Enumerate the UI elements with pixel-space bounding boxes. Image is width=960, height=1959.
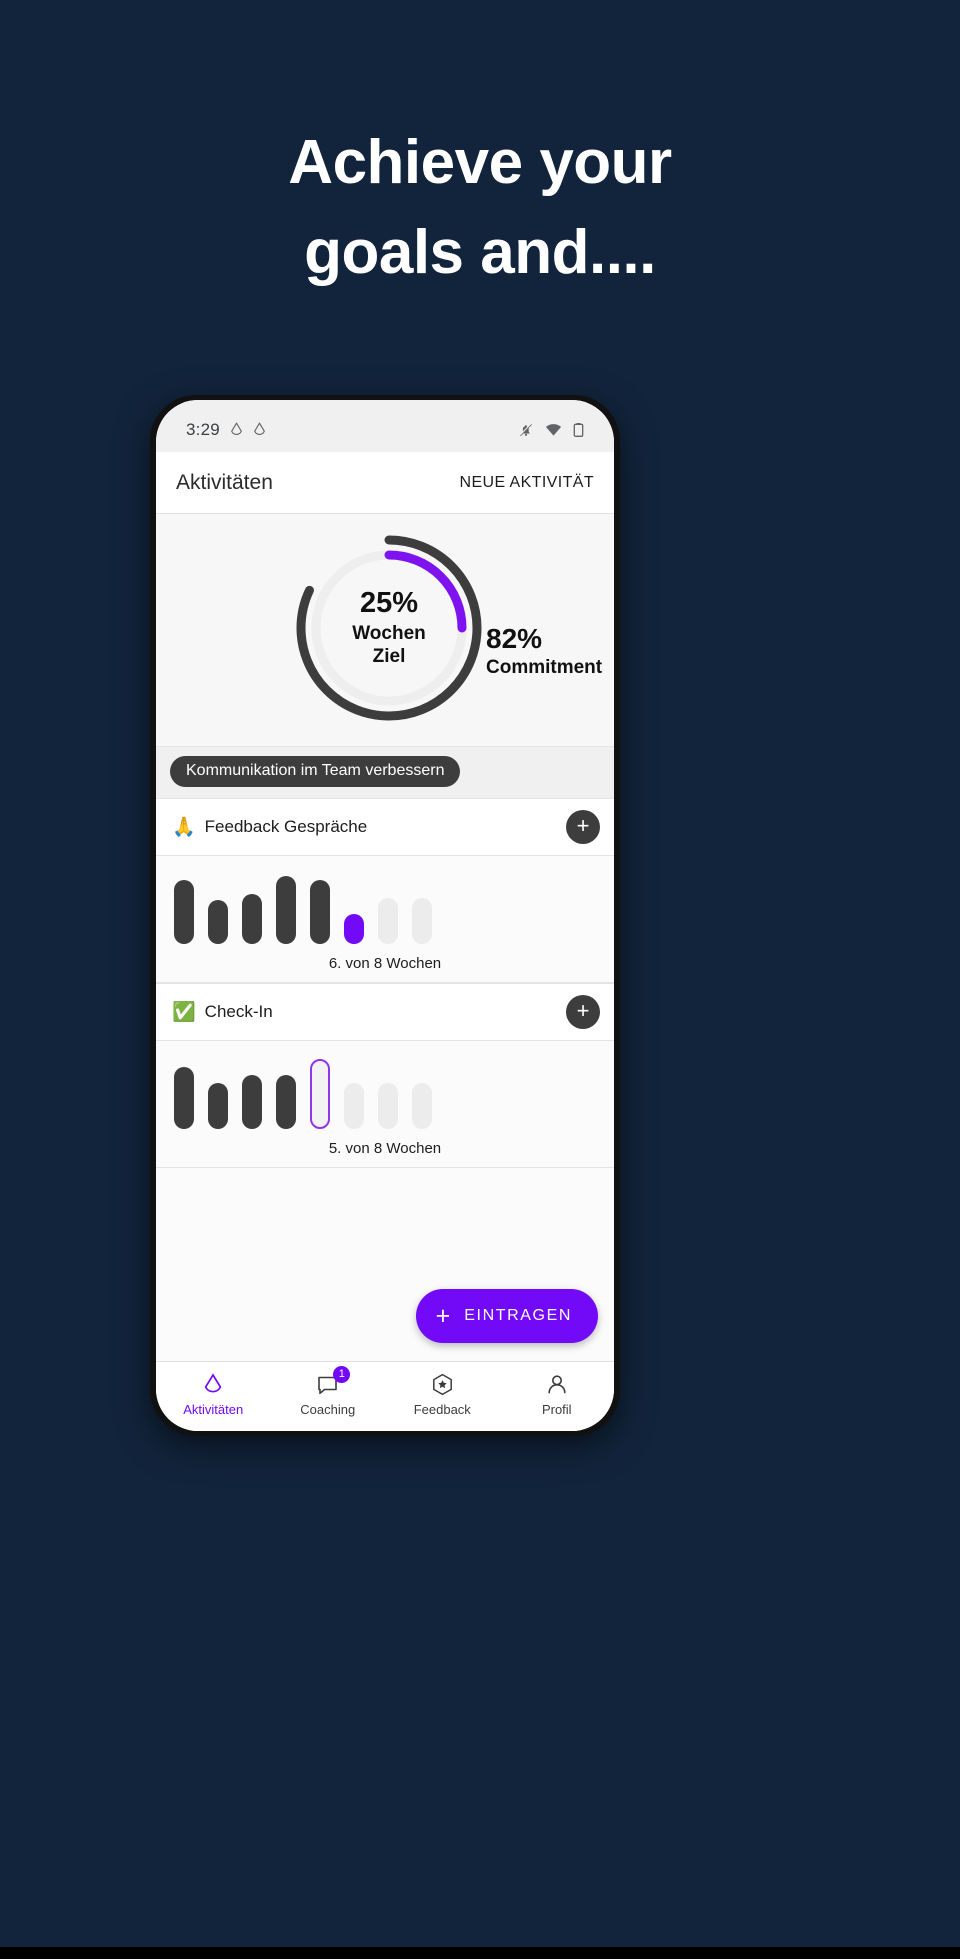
drop-icon [253, 422, 266, 438]
activity-row-feedback-gespraeche[interactable]: 🙏 Feedback Gespräche + [156, 798, 614, 856]
progress-ring-svg [296, 535, 482, 721]
nav-item-profil[interactable]: Profil [500, 1362, 615, 1427]
app-store-screenshot: Achieve your goals and.... 3:29 Aktivitä… [0, 0, 960, 1959]
status-bar-clock: 3:29 [186, 420, 220, 439]
praying-hands-icon: 🙏 [172, 816, 196, 838]
week-bar[interactable] [378, 898, 398, 944]
plus-icon: + [435, 1301, 451, 1330]
page-title: Aktivitäten [176, 470, 273, 494]
activity-chart-feedback-gespraeche: 6. von 8 Wochen [156, 856, 614, 983]
week-bars [156, 1055, 614, 1129]
week-bar-current[interactable] [310, 1059, 330, 1129]
headline-line-1: Achieve your [288, 128, 672, 197]
add-entry-button[interactable]: + [566, 995, 600, 1029]
star-badge-icon [431, 1373, 454, 1397]
summary-panel: 25% Wochen Ziel 82% Commitment [156, 514, 614, 747]
nav-item-aktivitaeten[interactable]: Aktivitäten [156, 1362, 271, 1427]
nav-label: Coaching [300, 1401, 356, 1417]
drop-icon [203, 1373, 223, 1397]
app-bar: Aktivitäten NEUE AKTIVITÄT [156, 452, 614, 514]
phone-mockup: 3:29 Aktivitäten NEUE AKTIVITÄT 25% Woch… [150, 395, 620, 1436]
activity-chart-check-in: 5. von 8 Wochen [156, 1041, 614, 1168]
weeks-caption: 6. von 8 Wochen [328, 955, 442, 972]
goal-chip[interactable]: Kommunikation im Team verbessern [170, 756, 461, 787]
add-entry-button[interactable]: + [566, 810, 600, 844]
progress-rings: 25% Wochen Ziel [289, 528, 489, 728]
page-headline: Achieve your goals and.... [100, 118, 860, 298]
person-icon [546, 1373, 568, 1397]
weeks-caption: 5. von 8 Wochen [328, 1140, 442, 1157]
nav-label: Aktivitäten [183, 1401, 244, 1417]
activity-row-check-in[interactable]: ✅ Check-In + [156, 983, 614, 1041]
week-bar[interactable] [242, 894, 262, 944]
drop-icon [230, 422, 243, 438]
week-bar[interactable] [208, 900, 228, 944]
activity-name: Check-In [204, 1002, 273, 1021]
bell-muted-icon [518, 422, 534, 438]
week-bar[interactable] [242, 1075, 262, 1129]
chat-bubble-icon: 1 [316, 1365, 351, 1397]
new-activity-button[interactable]: NEUE AKTIVITÄT [459, 474, 594, 492]
bottom-edge-strip [0, 1947, 960, 1959]
week-bar-current[interactable] [344, 914, 364, 944]
content-spacer: + EINTRAGEN [156, 1168, 614, 1361]
goal-row: Kommunikation im Team verbessern [156, 747, 614, 798]
week-bar[interactable] [174, 880, 194, 944]
status-bar-right [518, 422, 584, 438]
week-bar[interactable] [412, 898, 432, 944]
week-bar[interactable] [208, 1083, 228, 1129]
commitment-label: Commitment [486, 656, 603, 678]
commitment-block: 82% Commitment [486, 623, 603, 679]
week-bar[interactable] [276, 876, 296, 944]
status-bar-left: 3:29 [186, 420, 266, 440]
fab-label: EINTRAGEN [464, 1307, 572, 1324]
battery-icon [573, 422, 584, 438]
activity-name: Feedback Gespräche [204, 817, 368, 836]
headline-line-2: goals and.... [304, 217, 656, 287]
status-bar: 3:29 [156, 400, 614, 452]
week-bar[interactable] [174, 1067, 194, 1129]
bottom-navigation: Aktivitäten 1 Coaching Feedback Profil [156, 1361, 614, 1431]
week-bar[interactable] [276, 1075, 296, 1129]
wifi-icon [545, 422, 562, 438]
coaching-badge: 1 [333, 1365, 351, 1383]
nav-item-coaching[interactable]: 1 Coaching [271, 1362, 386, 1427]
check-mark-icon: ✅ [172, 1001, 196, 1023]
week-bar[interactable] [310, 880, 330, 944]
week-bars [156, 870, 614, 944]
commitment-percent: 82% [486, 623, 543, 654]
nav-label: Profil [541, 1401, 572, 1417]
eintragen-fab[interactable]: + EINTRAGEN [415, 1289, 598, 1343]
week-bar[interactable] [378, 1083, 398, 1129]
phone-screen: 3:29 Aktivitäten NEUE AKTIVITÄT 25% Woch… [156, 400, 614, 1431]
nav-item-feedback[interactable]: Feedback [385, 1362, 500, 1427]
week-bar[interactable] [412, 1083, 432, 1129]
nav-label: Feedback [413, 1401, 471, 1417]
week-bar[interactable] [344, 1083, 364, 1129]
